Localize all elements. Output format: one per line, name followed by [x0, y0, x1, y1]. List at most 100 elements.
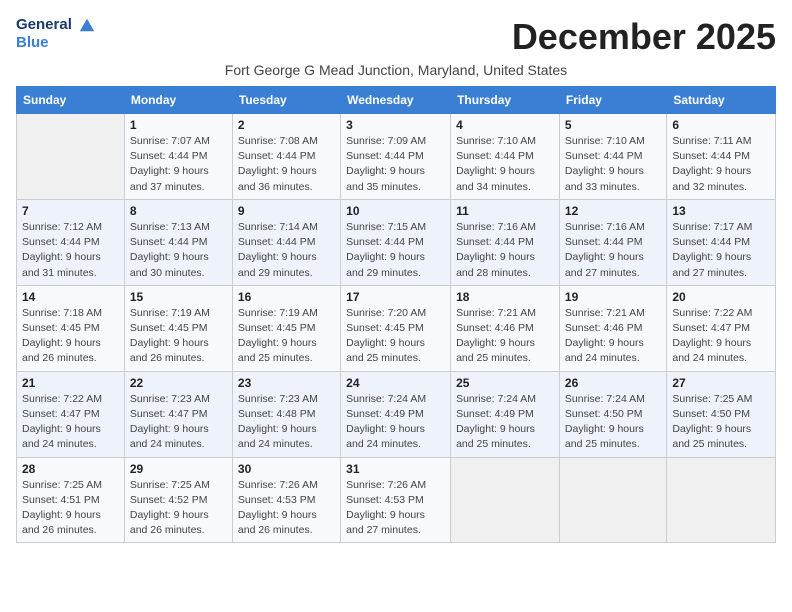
day-info: Sunrise: 7:25 AM Sunset: 4:52 PM Dayligh…: [130, 478, 227, 539]
col-friday: Friday: [559, 87, 666, 114]
calendar-cell: 26Sunrise: 7:24 AM Sunset: 4:50 PM Dayli…: [559, 371, 666, 457]
month-title: December 2025: [512, 16, 776, 58]
day-number: 25: [456, 376, 554, 390]
logo: General Blue: [16, 16, 96, 52]
calendar-cell: 28Sunrise: 7:25 AM Sunset: 4:51 PM Dayli…: [17, 457, 125, 543]
logo-text: General Blue: [16, 16, 96, 52]
calendar-cell: 24 Sunrise: 7:24 AM Sunset: 4:49 PM Dayli…: [341, 371, 451, 457]
calendar-cell: 23 Sunrise: 7:23 AM Sunset: 4:48 PM Dayli…: [232, 371, 340, 457]
day-number: 6: [672, 118, 770, 132]
location-title: Fort George G Mead Junction, Maryland, U…: [16, 62, 776, 78]
col-sunday: Sunday: [17, 87, 125, 114]
day-info: Sunrise: 7:21 AM Sunset: 4:46 PM Dayligh…: [565, 306, 661, 367]
day-info: Sunrise: 7:25 AM Sunset: 4:51 PM Dayligh…: [22, 478, 119, 539]
top-section: General Blue December 2025: [16, 16, 776, 58]
calendar-week-row: 1Sunrise: 7:07 AM Sunset: 4:44 PM Daylig…: [17, 114, 776, 200]
day-info: Sunrise: 7:19 AM Sunset: 4:45 PM Dayligh…: [130, 306, 227, 367]
calendar-cell: 11 Sunrise: 7:16 AM Sunset: 4:44 PM Dayli…: [451, 199, 560, 285]
calendar-cell: 10 Sunrise: 7:15 AM Sunset: 4:44 PM Dayli…: [341, 199, 451, 285]
calendar-cell: 12 Sunrise: 7:16 AM Sunset: 4:44 PM Dayli…: [559, 199, 666, 285]
calendar-cell: 20 Sunrise: 7:22 AM Sunset: 4:47 PM Dayli…: [667, 285, 776, 371]
calendar-cell: 19Sunrise: 7:21 AM Sunset: 4:46 PM Dayli…: [559, 285, 666, 371]
day-number: 9: [238, 204, 335, 218]
day-info: Sunrise: 7:21 AM Sunset: 4:46 PM Dayligh…: [456, 306, 554, 367]
day-info: Sunrise: 7:22 AM Sunset: 4:47 PM Dayligh…: [22, 392, 119, 453]
calendar-cell: 1Sunrise: 7:07 AM Sunset: 4:44 PM Daylig…: [124, 114, 232, 200]
day-number: 20: [672, 290, 770, 304]
header-row: Sunday Monday Tuesday Wednesday Thursday…: [17, 87, 776, 114]
day-info: Sunrise: 7:13 AM Sunset: 4:44 PM Dayligh…: [130, 220, 227, 281]
calendar-cell: 13Sunrise: 7:17 AM Sunset: 4:44 PM Dayli…: [667, 199, 776, 285]
day-info: Sunrise: 7:25 AM Sunset: 4:50 PM Dayligh…: [672, 392, 770, 453]
day-info: Sunrise: 7:23 AM Sunset: 4:47 PM Dayligh…: [130, 392, 227, 453]
day-number: 29: [130, 462, 227, 476]
calendar-cell: 17Sunrise: 7:20 AM Sunset: 4:45 PM Dayli…: [341, 285, 451, 371]
day-number: 7: [22, 204, 119, 218]
day-info: Sunrise: 7:16 AM Sunset: 4:44 PM Dayligh…: [456, 220, 554, 281]
col-tuesday: Tuesday: [232, 87, 340, 114]
day-number: 4: [456, 118, 554, 132]
calendar-cell: 2 Sunrise: 7:08 AM Sunset: 4:44 PM Daylig…: [232, 114, 340, 200]
day-number: 15: [130, 290, 227, 304]
day-info: Sunrise: 7:18 AM Sunset: 4:45 PM Dayligh…: [22, 306, 119, 367]
calendar-week-row: 14 Sunrise: 7:18 AM Sunset: 4:45 PM Dayli…: [17, 285, 776, 371]
day-info: Sunrise: 7:08 AM Sunset: 4:44 PM Dayligh…: [238, 134, 335, 195]
calendar-cell: 4 Sunrise: 7:10 AM Sunset: 4:44 PM Daylig…: [451, 114, 560, 200]
day-number: 23: [238, 376, 335, 390]
day-number: 11: [456, 204, 554, 218]
day-number: 5: [565, 118, 661, 132]
day-number: 10: [346, 204, 445, 218]
day-number: 12: [565, 204, 661, 218]
day-number: 14: [22, 290, 119, 304]
calendar-cell: 14 Sunrise: 7:18 AM Sunset: 4:45 PM Dayli…: [17, 285, 125, 371]
day-number: 3: [346, 118, 445, 132]
calendar-cell: 9 Sunrise: 7:14 AM Sunset: 4:44 PM Daylig…: [232, 199, 340, 285]
calendar-cell: 7 Sunrise: 7:12 AM Sunset: 4:44 PM Daylig…: [17, 199, 125, 285]
col-wednesday: Wednesday: [341, 87, 451, 114]
day-number: 31: [346, 462, 445, 476]
day-info: Sunrise: 7:24 AM Sunset: 4:49 PM Dayligh…: [456, 392, 554, 453]
calendar-cell: 31 Sunrise: 7:26 AM Sunset: 4:53 PM Dayli…: [341, 457, 451, 543]
day-number: 8: [130, 204, 227, 218]
day-info: Sunrise: 7:26 AM Sunset: 4:53 PM Dayligh…: [346, 478, 445, 539]
calendar-cell: 29 Sunrise: 7:25 AM Sunset: 4:52 PM Dayli…: [124, 457, 232, 543]
calendar-cell: 25 Sunrise: 7:24 AM Sunset: 4:49 PM Dayli…: [451, 371, 560, 457]
day-info: Sunrise: 7:24 AM Sunset: 4:49 PM Dayligh…: [346, 392, 445, 453]
day-info: Sunrise: 7:12 AM Sunset: 4:44 PM Dayligh…: [22, 220, 119, 281]
day-info: Sunrise: 7:19 AM Sunset: 4:45 PM Dayligh…: [238, 306, 335, 367]
day-info: Sunrise: 7:23 AM Sunset: 4:48 PM Dayligh…: [238, 392, 335, 453]
calendar-cell: 21Sunrise: 7:22 AM Sunset: 4:47 PM Dayli…: [17, 371, 125, 457]
day-number: 22: [130, 376, 227, 390]
calendar-week-row: 21Sunrise: 7:22 AM Sunset: 4:47 PM Dayli…: [17, 371, 776, 457]
calendar-cell: 27Sunrise: 7:25 AM Sunset: 4:50 PM Dayli…: [667, 371, 776, 457]
col-saturday: Saturday: [667, 87, 776, 114]
col-monday: Monday: [124, 87, 232, 114]
col-thursday: Thursday: [451, 87, 560, 114]
day-number: 1: [130, 118, 227, 132]
calendar-table: Sunday Monday Tuesday Wednesday Thursday…: [16, 86, 776, 543]
calendar-cell: 15 Sunrise: 7:19 AM Sunset: 4:45 PM Dayli…: [124, 285, 232, 371]
day-info: Sunrise: 7:22 AM Sunset: 4:47 PM Dayligh…: [672, 306, 770, 367]
calendar-cell: 3Sunrise: 7:09 AM Sunset: 4:44 PM Daylig…: [341, 114, 451, 200]
calendar-cell: 22 Sunrise: 7:23 AM Sunset: 4:47 PM Dayli…: [124, 371, 232, 457]
day-info: Sunrise: 7:24 AM Sunset: 4:50 PM Dayligh…: [565, 392, 661, 453]
calendar-cell: 6 Sunrise: 7:11 AM Sunset: 4:44 PM Daylig…: [667, 114, 776, 200]
day-info: Sunrise: 7:14 AM Sunset: 4:44 PM Dayligh…: [238, 220, 335, 281]
calendar-cell: 5Sunrise: 7:10 AM Sunset: 4:44 PM Daylig…: [559, 114, 666, 200]
logo-icon: [78, 16, 96, 34]
day-number: 24: [346, 376, 445, 390]
day-number: 13: [672, 204, 770, 218]
calendar-week-row: 28Sunrise: 7:25 AM Sunset: 4:51 PM Dayli…: [17, 457, 776, 543]
calendar-cell: 8 Sunrise: 7:13 AM Sunset: 4:44 PM Daylig…: [124, 199, 232, 285]
day-number: 16: [238, 290, 335, 304]
day-number: 17: [346, 290, 445, 304]
calendar-cell: [451, 457, 560, 543]
calendar-cell: 30Sunrise: 7:26 AM Sunset: 4:53 PM Dayli…: [232, 457, 340, 543]
day-info: Sunrise: 7:15 AM Sunset: 4:44 PM Dayligh…: [346, 220, 445, 281]
calendar-cell: [559, 457, 666, 543]
day-info: Sunrise: 7:10 AM Sunset: 4:44 PM Dayligh…: [456, 134, 554, 195]
day-info: Sunrise: 7:11 AM Sunset: 4:44 PM Dayligh…: [672, 134, 770, 195]
calendar-cell: 16 Sunrise: 7:19 AM Sunset: 4:45 PM Dayli…: [232, 285, 340, 371]
day-info: Sunrise: 7:16 AM Sunset: 4:44 PM Dayligh…: [565, 220, 661, 281]
day-number: 2: [238, 118, 335, 132]
